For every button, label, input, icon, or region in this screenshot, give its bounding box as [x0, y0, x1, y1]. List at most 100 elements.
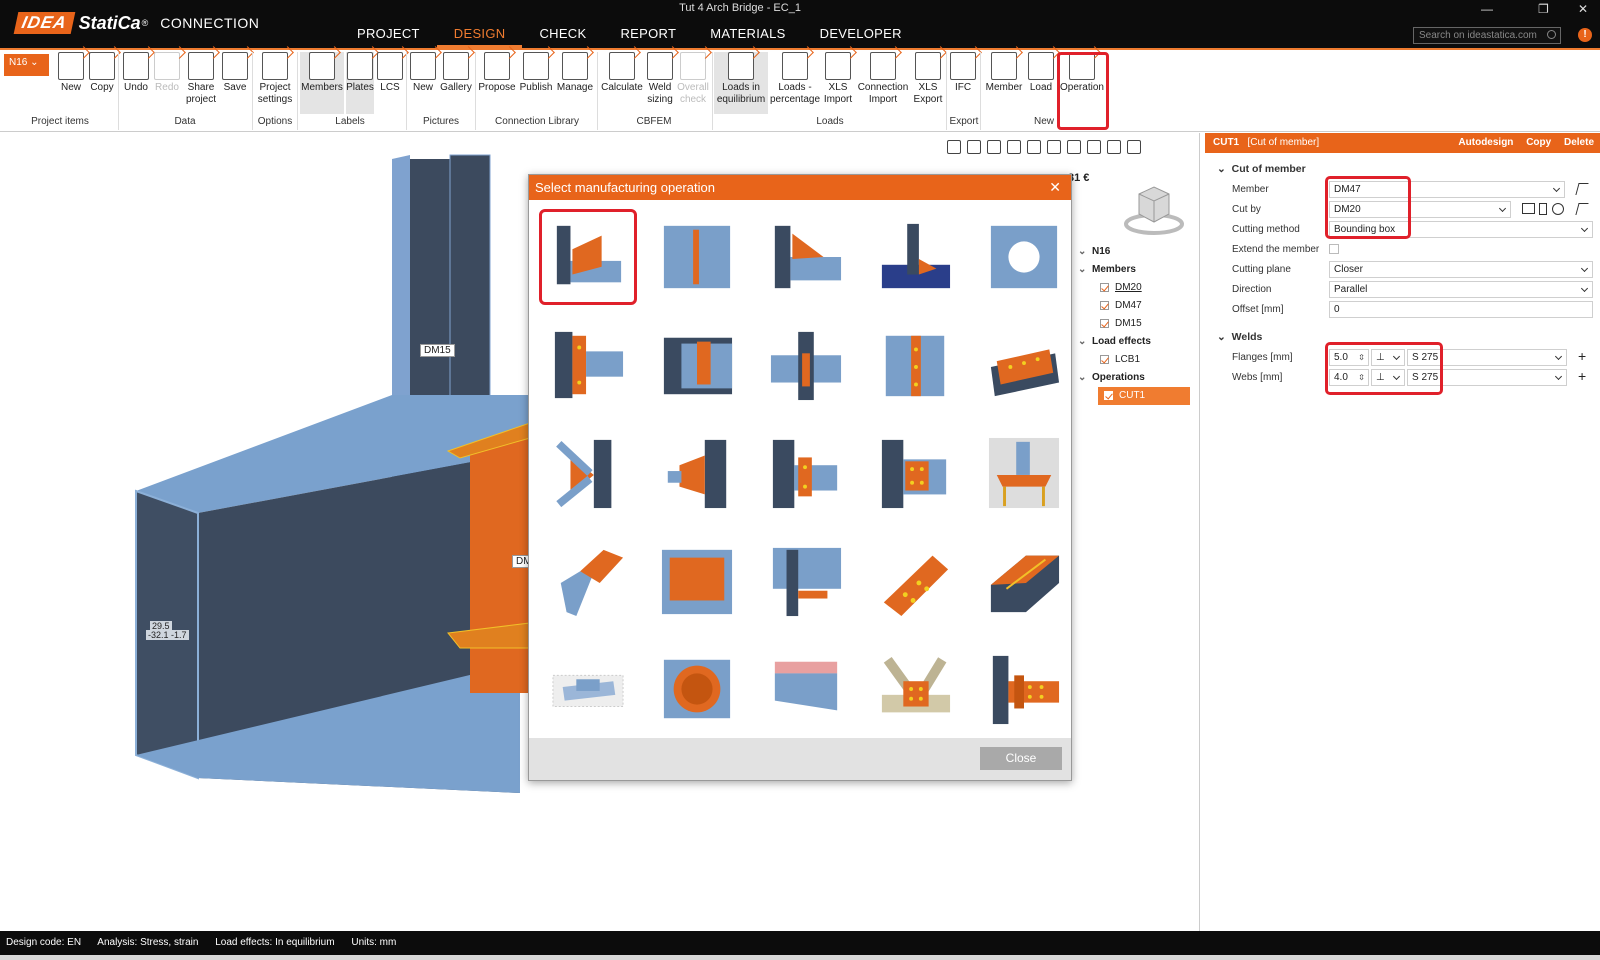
tree-node-root[interactable]: ⌄ N16 [1078, 243, 1190, 261]
section-welds[interactable]: ⌄ Welds [1217, 331, 1262, 343]
operation-tile-angle-brace[interactable] [539, 425, 637, 521]
checkbox-icon[interactable] [1100, 300, 1109, 310]
weld-sizing-button[interactable]: Weld sizing [646, 52, 674, 106]
zoom-fit-icon[interactable] [967, 140, 981, 154]
pick-cursor-icon[interactable] [1575, 183, 1589, 195]
menu-project[interactable]: PROJECT [340, 26, 437, 48]
extend-member-checkbox[interactable] [1329, 244, 1339, 254]
tree-load-effects-header[interactable]: ⌄ Load effects [1078, 333, 1190, 351]
publish-button[interactable]: Publish [518, 52, 554, 94]
transparent-icon[interactable] [1087, 140, 1101, 154]
offset-input[interactable]: 0 [1329, 301, 1593, 318]
minimize-icon[interactable]: — [1481, 2, 1493, 16]
operation-tile-truss-node[interactable] [866, 641, 964, 737]
checkbox-icon[interactable] [1100, 318, 1109, 328]
section-icon[interactable] [1007, 140, 1021, 154]
new-item-button[interactable]: New [56, 52, 86, 94]
overall-check-button[interactable]: Overall check [676, 52, 710, 106]
operation-tile-hollow-section[interactable] [648, 641, 746, 737]
tree-item-dm20[interactable]: DM20 [1078, 279, 1190, 297]
close-window-icon[interactable]: ✕ [1578, 2, 1588, 16]
save-button[interactable]: Save [220, 52, 250, 94]
close-button[interactable]: Close [980, 747, 1062, 770]
menu-check[interactable]: CHECK [522, 26, 603, 48]
copy-item-button[interactable]: Copy [87, 52, 117, 94]
new-picture-button[interactable]: New [409, 52, 437, 94]
operation-tile-flange-splice[interactable] [866, 317, 964, 413]
info-icon[interactable]: ! [1578, 28, 1592, 42]
loads-percentage-button[interactable]: Loads - percentage [770, 52, 820, 106]
add-weld-icon[interactable]: + [1578, 348, 1586, 364]
operation-tile-haunch[interactable] [757, 533, 855, 629]
tree-item-dm47[interactable]: DM47 [1078, 297, 1190, 315]
cut-by-surface-icon[interactable] [1552, 203, 1564, 215]
operation-tile-cut-by-plate[interactable] [757, 209, 855, 305]
cutting-plane-select[interactable]: Closer [1329, 261, 1593, 278]
operation-tile-cleat-connection[interactable] [757, 425, 855, 521]
plates-label-button[interactable]: Plates [346, 52, 374, 114]
new-load-button[interactable]: Load [1027, 52, 1055, 94]
copy-operation-button[interactable]: Copy [1526, 137, 1551, 148]
redo-button[interactable]: Redo [152, 52, 182, 94]
operation-tile-cut-of-member[interactable] [539, 209, 637, 305]
add-weld-icon[interactable]: + [1578, 368, 1586, 384]
checkbox-icon[interactable] [1100, 354, 1109, 364]
operation-tile-plate-opening[interactable] [975, 209, 1073, 305]
operation-tile-stiffening-plate[interactable] [648, 209, 746, 305]
mirror-icon[interactable] [1107, 140, 1121, 154]
ifc-export-button[interactable]: IFC [949, 52, 977, 94]
lcs-button[interactable]: LCS [376, 52, 404, 94]
menu-report[interactable]: REPORT [603, 26, 693, 48]
gallery-button[interactable]: Gallery [439, 52, 473, 94]
checkbox-icon[interactable] [1104, 390, 1113, 400]
operation-tile-fin-plate[interactable] [648, 317, 746, 413]
calculate-button[interactable]: Calculate [600, 52, 644, 94]
cut-by-member-icon[interactable] [1539, 203, 1547, 215]
solid-icon[interactable] [1067, 140, 1081, 154]
tree-item-dm15[interactable]: DM15 [1078, 315, 1190, 333]
checkbox-icon[interactable] [1100, 282, 1109, 292]
operation-tile-cut-of-beam[interactable] [757, 641, 855, 737]
menu-design[interactable]: DESIGN [436, 26, 523, 48]
operation-tile-plate[interactable] [648, 533, 746, 629]
operation-tile-bolted-cover-plate[interactable] [975, 317, 1073, 413]
members-label-button[interactable]: Members [300, 52, 344, 114]
tree-members-header[interactable]: ⌄ Members [1078, 261, 1190, 279]
view-cube-icon[interactable] [1027, 140, 1041, 154]
operation-tile-beam-end-plate[interactable] [975, 641, 1073, 737]
operation-tile-base-plate-on-surface[interactable] [866, 209, 964, 305]
connection-import-button[interactable]: Connection Import [856, 52, 910, 106]
menu-developer[interactable]: DEVELOPER [803, 26, 919, 48]
menu-materials[interactable]: MATERIALS [693, 26, 802, 48]
tree-operations-header[interactable]: ⌄ Operations [1078, 369, 1190, 387]
tree-item-lcb1[interactable]: LCB1 [1078, 351, 1190, 369]
pick-cursor-icon[interactable] [1575, 203, 1589, 215]
section-cut-of-member[interactable]: ⌄ Cut of member [1217, 163, 1306, 175]
search-input[interactable]: Search on ideastatica.com [1413, 27, 1561, 44]
node-selector[interactable]: N16 ⌄ [4, 54, 49, 76]
undo-button[interactable]: Undo [121, 52, 151, 94]
measure-icon[interactable] [947, 140, 961, 154]
operation-tile-column-splice[interactable] [866, 425, 964, 521]
operation-tile-pipe-cut[interactable] [539, 533, 637, 629]
cut-by-plate-icon[interactable] [1522, 203, 1535, 214]
direction-select[interactable]: Parallel [1329, 281, 1593, 298]
xls-export-button[interactable]: XLS Export [912, 52, 944, 106]
xls-import-button[interactable]: XLS Import [822, 52, 854, 106]
wireframe-icon[interactable] [1047, 140, 1061, 154]
operation-tile-end-plate[interactable] [539, 317, 637, 413]
tree-item-cut1[interactable]: CUT1 [1098, 387, 1190, 405]
new-member-button[interactable]: Member [983, 52, 1025, 94]
operation-tile-gusset-plate[interactable] [648, 425, 746, 521]
navigation-cube-icon[interactable] [1124, 182, 1184, 237]
manage-button[interactable]: Manage [556, 52, 594, 94]
operation-tile-rib-plate[interactable] [975, 533, 1073, 629]
share-project-button[interactable]: Share project [184, 52, 218, 106]
autodesign-button[interactable]: Autodesign [1458, 137, 1513, 148]
search-icon[interactable] [1547, 30, 1556, 39]
operation-tile-anchored-base[interactable] [975, 425, 1073, 521]
home-view-icon[interactable] [1127, 140, 1141, 154]
restore-icon[interactable]: ❐ [1538, 2, 1549, 16]
rotate-icon[interactable] [987, 140, 1001, 154]
operation-tile-diagonal-plate[interactable] [866, 533, 964, 629]
